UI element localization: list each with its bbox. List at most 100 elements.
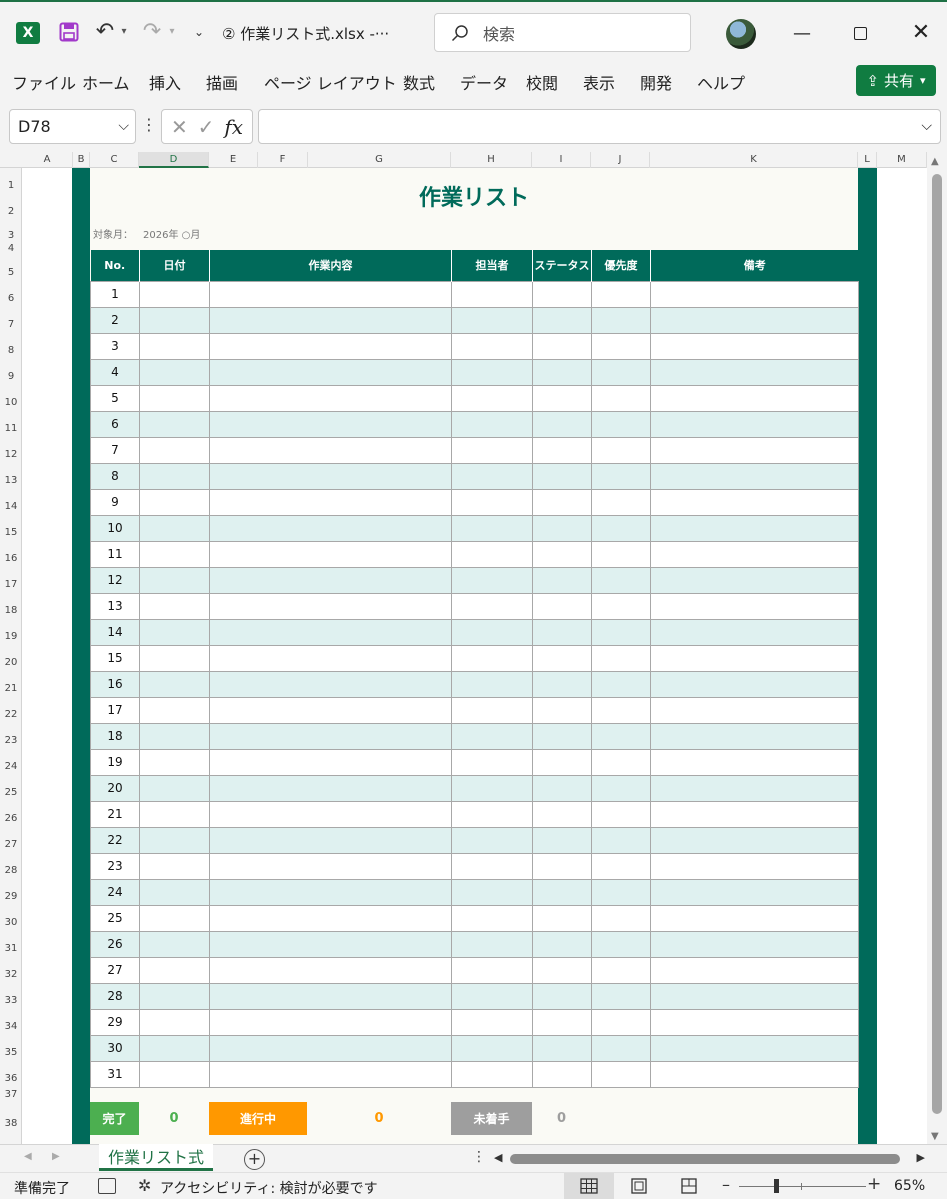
cell-no[interactable]: 19 <box>90 748 140 776</box>
cell-task[interactable] <box>209 514 452 542</box>
row-header-33[interactable]: 33 <box>0 995 22 1006</box>
row-header-22[interactable]: 22 <box>0 709 22 720</box>
cell-no[interactable]: 30 <box>90 1034 140 1062</box>
cell-task[interactable] <box>209 748 452 776</box>
cell-priority[interactable] <box>591 358 651 386</box>
header-status[interactable]: ステータス <box>532 250 592 281</box>
cell-task[interactable] <box>209 774 452 802</box>
cell-status[interactable] <box>532 930 592 958</box>
cell-priority[interactable] <box>591 332 651 360</box>
column-header-l[interactable]: L <box>858 152 877 168</box>
header-assignee[interactable]: 担当者 <box>451 250 533 281</box>
cell-status[interactable] <box>532 800 592 828</box>
cell-task[interactable] <box>209 696 452 724</box>
horizontal-scrollbar[interactable]: ◀ ▶ <box>492 1150 927 1168</box>
cell-task[interactable] <box>209 280 452 308</box>
cell-status[interactable] <box>532 1060 592 1088</box>
cell-task[interactable] <box>209 1060 452 1088</box>
cell-notes[interactable] <box>650 904 859 932</box>
scroll-down-icon[interactable]: ▼ <box>931 1131 939 1142</box>
row-header-27[interactable]: 27 <box>0 839 22 850</box>
cell-priority[interactable] <box>591 904 651 932</box>
cell-status[interactable] <box>532 618 592 646</box>
cell-task[interactable] <box>209 644 452 672</box>
column-header-g[interactable]: G <box>308 152 451 168</box>
redo-icon[interactable]: ↷ <box>140 18 164 44</box>
zoom-in-button[interactable]: + <box>867 1174 881 1194</box>
cell-status[interactable] <box>532 280 592 308</box>
macro-recording-icon[interactable] <box>98 1178 116 1194</box>
cell-task[interactable] <box>209 410 452 438</box>
row-header-17[interactable]: 17 <box>0 579 22 590</box>
header-task[interactable]: 作業内容 <box>209 250 452 281</box>
row-header-28[interactable]: 28 <box>0 865 22 876</box>
cell-no[interactable]: 9 <box>90 488 140 516</box>
name-box[interactable]: D78 ⌵ <box>9 109 136 144</box>
cell-no[interactable]: 29 <box>90 1008 140 1036</box>
formula-input[interactable]: ⌵ <box>258 109 941 144</box>
tab-formulas[interactable]: 数式 <box>403 70 435 94</box>
customize-toolbar-icon[interactable]: ⌄ <box>192 24 206 40</box>
row-header-10[interactable]: 10 <box>0 397 22 408</box>
tab-help[interactable]: ヘルプ <box>697 70 745 94</box>
row-header-29[interactable]: 29 <box>0 891 22 902</box>
page-break-view-button[interactable] <box>664 1173 714 1199</box>
document-title[interactable]: ② 作業リスト式.xlsx -··· <box>222 20 392 46</box>
column-header-i[interactable]: I <box>532 152 591 168</box>
column-header-m[interactable]: M <box>877 152 927 168</box>
row-header-37[interactable]: 37 <box>0 1089 22 1100</box>
cell-assignee[interactable] <box>451 332 533 360</box>
cell-task[interactable] <box>209 670 452 698</box>
cell-priority[interactable] <box>591 436 651 464</box>
more-options-icon[interactable]: ⋮ <box>141 115 157 137</box>
cell-notes[interactable] <box>650 1060 859 1088</box>
cell-status[interactable] <box>532 540 592 568</box>
row-header-9[interactable]: 9 <box>0 371 22 382</box>
row-header-12[interactable]: 12 <box>0 449 22 460</box>
column-header-a[interactable]: A <box>22 152 73 168</box>
cell-assignee[interactable] <box>451 852 533 880</box>
column-header-b[interactable]: B <box>73 152 90 168</box>
cell-assignee[interactable] <box>451 1034 533 1062</box>
cell-assignee[interactable] <box>451 1008 533 1036</box>
column-header-c[interactable]: C <box>90 152 139 168</box>
cell-notes[interactable] <box>650 800 859 828</box>
cell-status[interactable] <box>532 878 592 906</box>
cell-priority[interactable] <box>591 696 651 724</box>
column-header-k[interactable]: K <box>650 152 858 168</box>
cell-assignee[interactable] <box>451 826 533 854</box>
header-date[interactable]: 日付 <box>139 250 210 281</box>
cell-no[interactable]: 15 <box>90 644 140 672</box>
cell-task[interactable] <box>209 592 452 620</box>
cell-date[interactable] <box>139 436 210 464</box>
redo-dropdown-icon[interactable]: ▾ <box>167 24 177 38</box>
row-header-36[interactable]: 36 <box>0 1073 22 1084</box>
cell-task[interactable] <box>209 332 452 360</box>
cell-assignee[interactable] <box>451 1060 533 1088</box>
cell-status[interactable] <box>532 1008 592 1036</box>
avatar[interactable] <box>726 19 756 49</box>
sheet-tab-active[interactable]: 作業リスト式 <box>99 1144 213 1171</box>
cell-no[interactable]: 3 <box>90 332 140 360</box>
cell-date[interactable] <box>139 748 210 776</box>
cell-task[interactable] <box>209 306 452 334</box>
cell-status[interactable] <box>532 644 592 672</box>
header-no[interactable]: No. <box>90 250 140 281</box>
cell-status[interactable] <box>532 722 592 750</box>
cell-notes[interactable] <box>650 982 859 1010</box>
row-header-5[interactable]: 5 <box>0 267 22 278</box>
cell-date[interactable] <box>139 670 210 698</box>
row-header-38[interactable]: 38 <box>0 1118 22 1129</box>
cell-assignee[interactable] <box>451 306 533 334</box>
cell-notes[interactable] <box>650 462 859 490</box>
cell-no[interactable]: 18 <box>90 722 140 750</box>
cell-date[interactable] <box>139 358 210 386</box>
accessibility-status[interactable]: アクセシビリティ: 検討が必要です <box>160 1178 378 1198</box>
cell-status[interactable] <box>532 384 592 412</box>
cell-status[interactable] <box>532 826 592 854</box>
cell-no[interactable]: 21 <box>90 800 140 828</box>
cell-status[interactable] <box>532 748 592 776</box>
cell-assignee[interactable] <box>451 462 533 490</box>
cell-date[interactable] <box>139 592 210 620</box>
cell-status[interactable] <box>532 774 592 802</box>
